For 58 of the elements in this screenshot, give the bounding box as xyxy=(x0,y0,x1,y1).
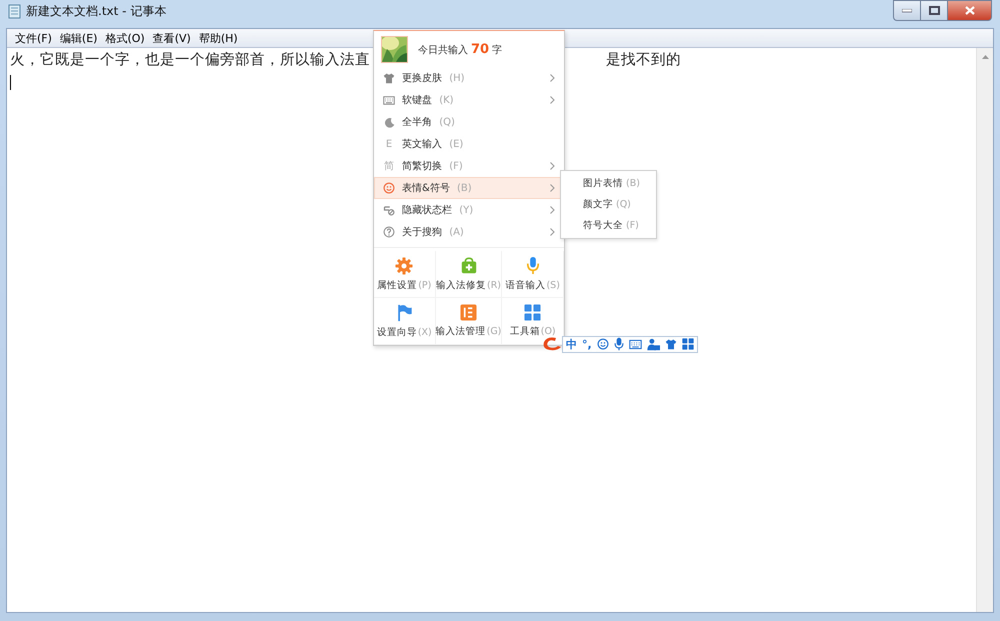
notepad-icon xyxy=(8,4,21,18)
menu-item[interactable]: 关于搜狗 (A) xyxy=(374,221,562,243)
daily-input-count: 今日共输入 70 字 xyxy=(418,42,502,57)
shirt-icon xyxy=(383,72,395,84)
status-bar-icon xyxy=(383,204,395,216)
keyboard-icon xyxy=(383,94,395,106)
help-icon xyxy=(383,226,395,238)
close-button[interactable] xyxy=(947,0,992,21)
menu-item[interactable]: 简 简繁切换 (F) xyxy=(374,155,562,177)
crescent-icon xyxy=(384,116,394,128)
logo-icon xyxy=(541,335,563,353)
grid-icon xyxy=(682,338,694,350)
menu-item[interactable]: 符号大全 (F) xyxy=(561,215,656,236)
punctuation-toggle[interactable]: °, xyxy=(582,338,592,350)
smiley-icon xyxy=(596,338,609,350)
document-text: 是找不到的 xyxy=(606,51,681,69)
close-icon xyxy=(964,6,974,15)
repair-kit-icon xyxy=(460,256,478,274)
tool-button[interactable]: 属性设置(P) xyxy=(374,251,436,298)
menu-item[interactable]: 颜文字 (Q) xyxy=(561,194,656,215)
flag-icon xyxy=(396,304,413,322)
menu-bar-item[interactable]: 帮助(H) xyxy=(194,30,242,46)
text-cursor xyxy=(10,75,11,90)
keyboard-icon xyxy=(628,338,642,350)
scroll-up-icon xyxy=(982,55,988,59)
menu-item-icon: 简 xyxy=(384,159,394,173)
user-icon xyxy=(646,338,660,350)
document-text: 火，它既是一个字，也是一个偏旁部首，所以输入法直 xyxy=(10,50,370,69)
minimize-button[interactable] xyxy=(893,0,920,21)
menu-item[interactable]: 全半角 (Q) xyxy=(374,111,562,133)
smiley-icon xyxy=(383,182,395,194)
menu-item[interactable]: 隐藏状态栏 (Y) xyxy=(374,199,562,221)
grid-icon xyxy=(524,304,542,321)
window-title: 新建文本文档.txt - 记事本 xyxy=(26,2,166,20)
tool-button[interactable]: 输入法修复(R) xyxy=(436,251,502,298)
menu-item[interactable]: 更换皮肤 (H) xyxy=(374,67,562,89)
menu-bar-item[interactable]: 编辑(E) xyxy=(56,30,102,46)
tool-button[interactable]: 输入法管理(G) xyxy=(436,298,502,345)
scrollbar[interactable] xyxy=(976,48,993,612)
maximize-icon xyxy=(928,6,940,15)
menu-item[interactable]: 图片表情 (B) xyxy=(561,173,656,194)
minimize-icon xyxy=(902,8,912,12)
menu-item-icon: E xyxy=(386,138,392,150)
shirt-icon xyxy=(664,338,677,350)
menu-item[interactable]: 表情&符号 (B) xyxy=(374,177,562,199)
mode-toggle[interactable]: 中 xyxy=(566,336,577,352)
tool-button[interactable]: 语音输入(S) xyxy=(502,251,564,298)
menu-bar-item[interactable]: 文件(F) xyxy=(11,30,56,46)
menu-bar-item[interactable]: 格式(O) xyxy=(101,30,149,46)
microphone-icon xyxy=(614,337,624,351)
menu-item[interactable]: 软键盘 (K) xyxy=(374,89,562,111)
menu-item[interactable]: E 英文输入 (E) xyxy=(374,133,562,155)
tool-button[interactable]: 设置向导(X) xyxy=(374,298,436,345)
microphone-icon xyxy=(526,256,540,275)
settings-icon xyxy=(395,256,414,274)
maximize-button[interactable] xyxy=(920,0,947,21)
menu-bar-item[interactable]: 查看(V) xyxy=(148,30,195,46)
list-icon xyxy=(460,304,477,321)
